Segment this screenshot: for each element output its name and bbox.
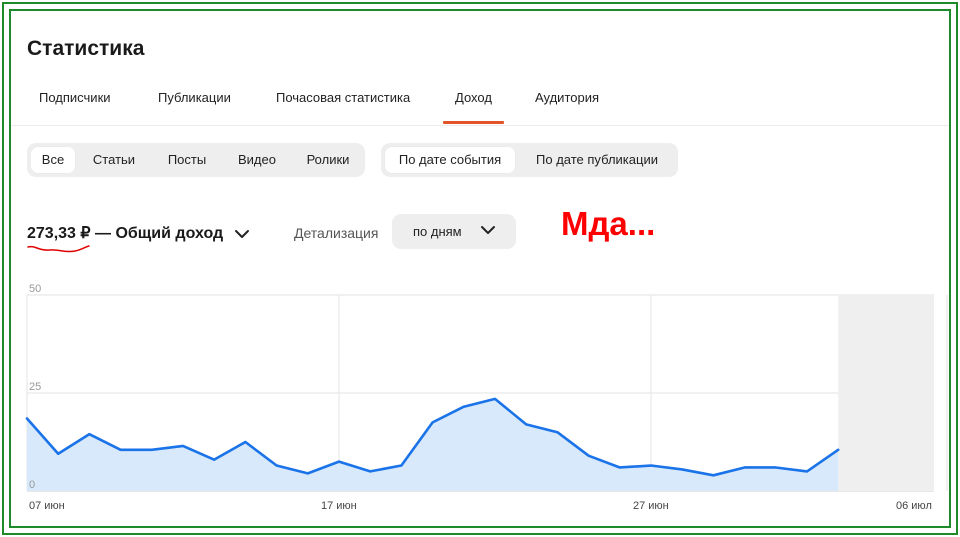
- chart-x-ticks: 07 июн 17 июн 27 июн 06 июл: [29, 500, 932, 512]
- detail-select[interactable]: по дням: [392, 214, 516, 249]
- x-tick-label: 27 июн: [633, 500, 669, 512]
- annotation-text: Мда...: [561, 205, 656, 242]
- tab-publications[interactable]: Публикации: [158, 90, 231, 105]
- tab-subscribers[interactable]: Подписчики: [39, 90, 111, 105]
- future-shade-region: [838, 295, 934, 491]
- by-publication-date-button[interactable]: По дате публикации: [522, 147, 672, 173]
- red-squiggle-underline: [27, 245, 90, 253]
- income-chart: 50 25 0 07 июн 17 июн 27 июн 06 июл: [25, 283, 948, 512]
- tab-income[interactable]: Доход: [443, 90, 504, 124]
- y-tick-label: 25: [29, 381, 41, 393]
- tab-audience[interactable]: Аудитория: [535, 90, 599, 105]
- total-income[interactable]: 273,33 ₽ — Общий доход: [27, 223, 250, 243]
- x-tick-label: 07 июн: [29, 500, 65, 512]
- chevron-down-icon: [481, 226, 495, 234]
- chevron-down-icon: [234, 229, 249, 238]
- filter-posts-button[interactable]: Посты: [156, 147, 218, 173]
- chart-area: [27, 398, 839, 491]
- page-title: Статистика: [27, 37, 145, 60]
- statistics-page: Статистика Подписчики Публикации Почасов…: [11, 11, 949, 526]
- income-label: — Общий доход: [95, 225, 224, 242]
- stats-tabs: Подписчики Публикации Почасовая статисти…: [11, 85, 949, 126]
- detail-value: по дням: [413, 224, 462, 239]
- filter-video-button[interactable]: Видео: [226, 147, 288, 173]
- y-tick-label: 50: [29, 283, 41, 295]
- by-event-date-button[interactable]: По дате события: [385, 147, 515, 173]
- detail-label: Детализация: [294, 225, 379, 241]
- x-tick-label: 17 июн: [321, 500, 357, 512]
- series-area: [27, 398, 839, 491]
- x-tick-label: 06 июл: [896, 500, 932, 512]
- date-mode-filter: По дате события По дате публикации: [381, 143, 678, 177]
- filter-all-button[interactable]: Все: [31, 147, 75, 173]
- y-tick-label: 0: [29, 479, 35, 491]
- chart-future-shade: [838, 295, 934, 491]
- filter-articles-button[interactable]: Статьи: [82, 147, 146, 173]
- tab-hourly-stats[interactable]: Почасовая статистика: [276, 90, 410, 105]
- content-type-filter: Все Статьи Посты Видео Ролики: [27, 143, 365, 177]
- filter-clips-button[interactable]: Ролики: [295, 147, 361, 173]
- income-amount: 273,33 ₽: [27, 225, 91, 242]
- inner-frame: Статистика Подписчики Публикации Почасов…: [9, 9, 951, 528]
